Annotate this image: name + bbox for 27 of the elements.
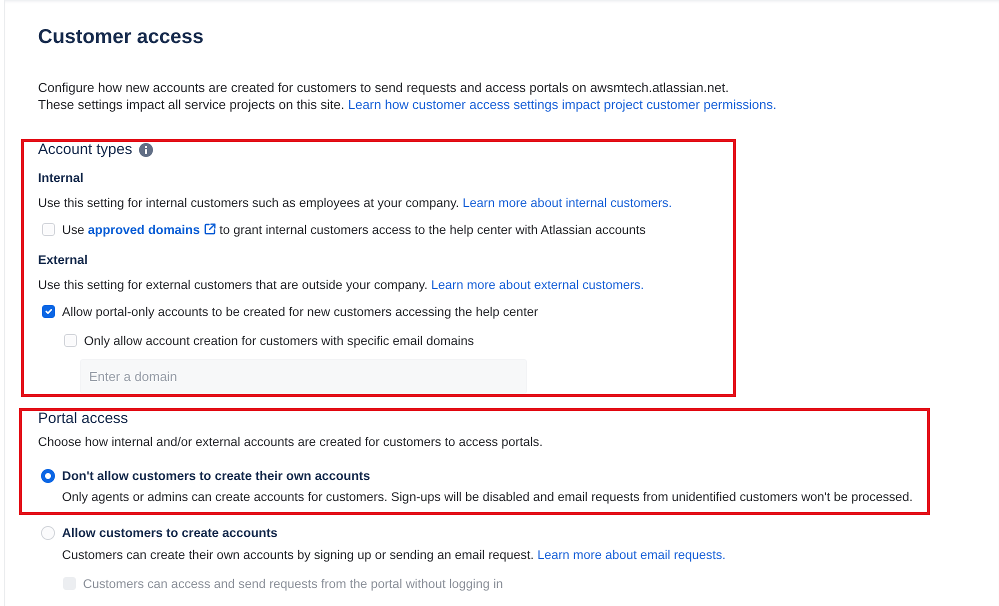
intro-text: Configure how new accounts are created for customers to send requests and access portals on awsmtech.atlassian.net. These settings impact all service projects on this site. Learn how customer access settings impact project customer permissions. (38, 79, 778, 113)
section-description: Choose how internal and/or external accounts are created for customers to access portals. (38, 434, 544, 451)
option-label: Don't allow customers to create their own accounts (62, 468, 370, 485)
group-title: Internal (38, 170, 84, 187)
group-description: Use this setting for external customers that are outside your company. Learn more about external customers. (38, 276, 645, 294)
option-label: Customers can access and send requests from the portal without logging in (83, 576, 504, 593)
section-title: Account types (38, 142, 132, 158)
group-title: External (38, 252, 88, 269)
option-description: Customers can create their own accounts by signing up or sending an email request. Learn more about email requests. (62, 546, 727, 564)
learn-more-link[interactable]: Learn more about external customers. (431, 278, 644, 292)
learn-more-link[interactable]: Learn more about internal customers. (462, 196, 672, 210)
option-label: Allow portal-only accounts to be created for new customers accessing the help center (62, 304, 538, 321)
option-label: Only allow account creation for customers with specific email domains (84, 332, 474, 350)
info-icon (139, 143, 154, 157)
option-description: Only agents or admins can create accounts for customers. Sign-ups will be disabled and email requests from unidentified customers won't be processed. (62, 488, 914, 506)
learn-more-link[interactable]: Learn how customer access settings impact project customer permissions. (348, 97, 776, 112)
option-label: Use approved domains to grant internal customers access to the help center with Atlassian accounts (62, 222, 646, 239)
section-title: Portal access (38, 410, 130, 427)
external-link-icon (204, 222, 216, 235)
inline-link[interactable]: approved domains (88, 222, 216, 237)
page-title: Customer access (38, 25, 204, 49)
radio-button[interactable] (41, 468, 55, 483)
learn-more-link[interactable]: Learn more about email requests. (537, 548, 726, 562)
domain-input[interactable]: Enter a domain (80, 358, 527, 394)
option-label: Allow customers to create accounts (62, 524, 278, 542)
checkbox[interactable] (42, 305, 55, 318)
group-description: Use this setting for internal customers such as employees at your company. Learn more about internal customers. (38, 194, 673, 212)
